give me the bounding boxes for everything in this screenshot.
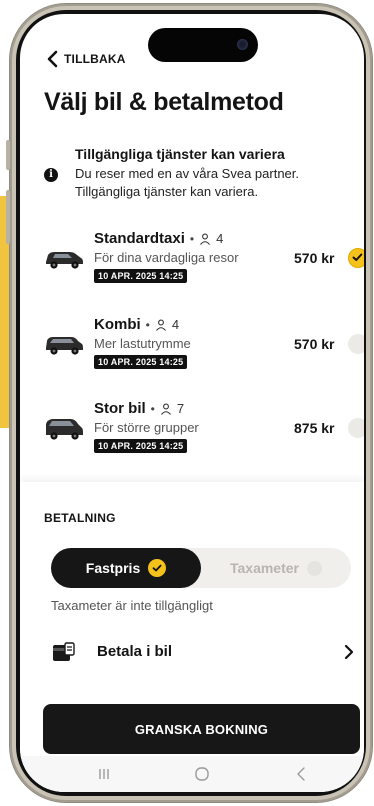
pickup-date-badge: 10 APR. 2025 14:25 (94, 439, 188, 453)
passenger-count: 7 (176, 401, 185, 416)
recents-button[interactable] (89, 762, 119, 786)
back-label: TILLBAKA (64, 52, 126, 66)
vehicle-price: 570 kr (294, 336, 335, 352)
payment-panel: BETALNING Fastpris Taxameter Taxameter ä… (20, 482, 364, 792)
chevron-right-icon (344, 644, 354, 660)
info-icon: i (44, 168, 58, 182)
taxameter-note: Taxameter är inte tillgängligt (51, 598, 213, 613)
vehicle-description: För större grupper (94, 420, 199, 435)
page-title: Välj bil & betalmetod (44, 88, 284, 116)
recents-icon (99, 769, 109, 779)
payment-card-icon (53, 642, 75, 661)
radio-unselected[interactable] (348, 334, 364, 354)
pickup-date-badge: 10 APR. 2025 14:25 (94, 269, 188, 283)
person-icon (160, 403, 171, 415)
home-button[interactable] (187, 762, 217, 786)
separator-dot: • (189, 231, 195, 246)
fastpris-option[interactable]: Fastpris (51, 548, 201, 588)
back-button[interactable]: TILLBAKA (46, 50, 126, 68)
vehicle-price: 875 kr (294, 420, 335, 436)
check-icon (352, 253, 363, 261)
car-icon (46, 252, 83, 269)
review-booking-button[interactable]: GRANSKA BOKNING (43, 704, 360, 754)
pickup-date-badge: 10 APR. 2025 14:25 (94, 355, 188, 369)
vehicle-description: Mer lastutrymme (94, 336, 191, 351)
pricing-segmented-control: Fastpris Taxameter (51, 548, 351, 588)
vehicle-price: 570 kr (294, 250, 335, 266)
vehicle-name: Standardtaxi (94, 230, 185, 247)
system-navigation-bar (20, 756, 364, 792)
passenger-count: 4 (171, 317, 180, 332)
phone-side-button-left-2 (6, 190, 10, 244)
app-screen: TILLBAKA Välj bil & betalmetod i Tillgän… (20, 14, 364, 792)
phone-side-button-left (6, 140, 10, 170)
radio-unselected[interactable] (348, 418, 364, 438)
radio-circle-icon (307, 560, 322, 576)
vehicle-option-stor-bil[interactable]: Stor bil • 7 För större grupper 10 APR. … (44, 400, 364, 468)
check-icon (148, 559, 167, 577)
vehicle-option-kombi[interactable]: Kombi • 4 Mer lastutrymme 10 APR. 2025 1… (44, 316, 364, 384)
person-icon (155, 319, 166, 331)
separator-dot: • (145, 317, 150, 332)
vehicle-description: För dina vardagliga resor (94, 250, 239, 265)
info-text: Du reser med en av våra Svea partner. Ti… (75, 166, 300, 199)
separator-dot: • (150, 401, 155, 416)
payment-method-row[interactable]: Betala i bil (44, 638, 354, 668)
taxameter-label: Taxameter (229, 560, 299, 576)
payment-method-label: Betala i bil (97, 643, 173, 660)
back-arrow-icon (297, 767, 305, 781)
vehicle-name: Kombi (94, 316, 141, 333)
dynamic-island (148, 28, 258, 62)
chevron-left-icon (47, 50, 58, 68)
info-title: Tillgängliga tjänster kan variera (75, 146, 285, 162)
payment-heading: BETALNING (44, 511, 116, 525)
car-icon (46, 419, 83, 440)
fastpris-label: Fastpris (85, 560, 141, 576)
home-icon (195, 767, 209, 781)
vehicle-name: Stor bil (94, 400, 146, 417)
taxameter-option[interactable]: Taxameter (201, 548, 351, 588)
camera-lens (237, 39, 248, 50)
car-icon (46, 337, 83, 355)
person-icon (200, 233, 210, 245)
system-back-button[interactable] (286, 762, 316, 786)
vehicle-option-standardtaxi[interactable]: Standardtaxi • 4 För dina vardagliga res… (44, 230, 364, 298)
radio-selected[interactable] (348, 248, 364, 268)
passenger-count: 4 (216, 231, 224, 246)
